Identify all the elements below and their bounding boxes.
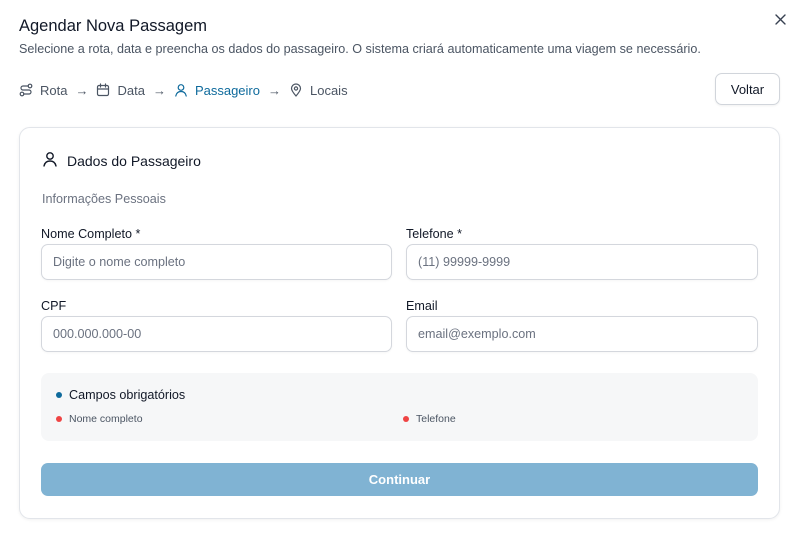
step-label: Data [117,82,145,98]
required-dot-icon [56,416,62,422]
step-passageiro: Passageiro [174,83,260,98]
section-label: Informações Pessoais [42,192,166,206]
map-pin-icon [289,83,303,97]
back-button[interactable]: Voltar [715,73,780,105]
step-rota: Rota [19,83,67,98]
info-dot-icon [56,392,62,398]
close-icon[interactable] [771,10,789,28]
cpf-input[interactable] [41,316,392,352]
required-item: Nome completo [56,413,143,425]
email-label: Email [406,299,438,313]
step-label: Passageiro [194,82,260,98]
email-input[interactable] [406,316,758,352]
card-title-text: Dados do Passageiro [67,152,201,169]
required-item: Telefone [403,413,456,425]
user-icon [42,151,58,170]
step-arrow: → [152,82,166,98]
calendar-icon [96,83,110,97]
route-icon [19,83,33,97]
step-arrow: → [267,82,281,98]
required-item-label: Nome completo [69,413,143,425]
user-icon [174,83,188,97]
required-title-text: Campos obrigatórios [69,388,186,402]
dialog-subtitle: Selecione a rota, data e preencha os dad… [19,42,701,56]
step-locais: Locais [289,83,348,98]
step-label: Locais [309,82,348,98]
card-title: Dados do Passageiro [42,151,201,170]
cpf-label: CPF [41,299,67,313]
phone-input[interactable] [406,244,758,280]
required-item-label: Telefone [416,413,456,425]
step-label: Rota [40,82,68,98]
passenger-card: Dados do Passageiro Informações Pessoais… [19,127,780,519]
step-indicator: Rota → Data → Passageiro → Locais [19,80,348,100]
step-arrow: → [75,82,89,98]
name-input[interactable] [41,244,392,280]
continue-button[interactable]: Continuar [41,463,758,496]
step-data: Data [96,82,145,98]
name-label: Nome Completo * [41,227,141,241]
phone-label: Telefone * [406,227,463,241]
required-title: Campos obrigatórios [56,388,185,402]
dialog-title: Agendar Nova Passagem [19,17,208,35]
required-dot-icon [403,416,409,422]
required-fields-box: Campos obrigatórios Nome completo Telefo… [41,373,758,441]
schedule-ticket-dialog: Agendar Nova Passagem Selecione a rota, … [0,0,798,535]
